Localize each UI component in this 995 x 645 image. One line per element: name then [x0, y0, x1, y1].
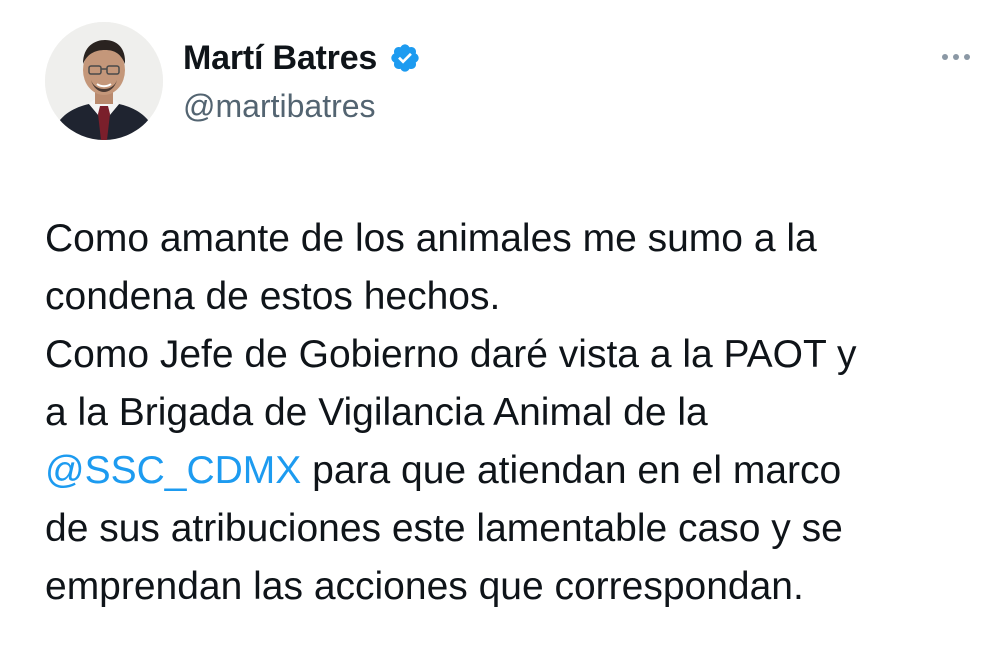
tweet-text-line: emprendan las acciones que correspondan.	[45, 565, 804, 608]
avatar[interactable]	[45, 22, 163, 140]
tweet-text: Como amante de los animales me sumo a la…	[45, 210, 975, 616]
tweet-card: Martí Batres @martibatres Como amante de…	[0, 0, 995, 645]
tweet-text-fragment: para que atiendan en el marco	[301, 449, 842, 492]
tweet-text-line: a la Brigada de Vigilancia Animal de la	[45, 391, 708, 434]
more-options-icon	[942, 54, 970, 60]
avatar-photo	[45, 22, 163, 140]
tweet-text-line: Como Jefe de Gobierno daré vista a la PA…	[45, 333, 857, 376]
author-handle[interactable]: @martibatres	[183, 86, 376, 126]
verified-badge-icon	[389, 42, 421, 74]
tweet-text-line: condena de estos hechos.	[45, 275, 501, 318]
mention-link[interactable]: @SSC_CDMX	[45, 449, 301, 492]
more-options-button[interactable]	[936, 42, 976, 72]
author-name-row: Martí Batres	[183, 36, 421, 80]
tweet-text-line: Como amante de los animales me sumo a la	[45, 217, 817, 260]
author-display-name[interactable]: Martí Batres	[183, 36, 377, 80]
tweet-text-line-with-mention: @SSC_CDMX para que atiendan en el marco	[45, 442, 975, 500]
tweet-text-line: de sus atribuciones este lamentable caso…	[45, 507, 843, 550]
